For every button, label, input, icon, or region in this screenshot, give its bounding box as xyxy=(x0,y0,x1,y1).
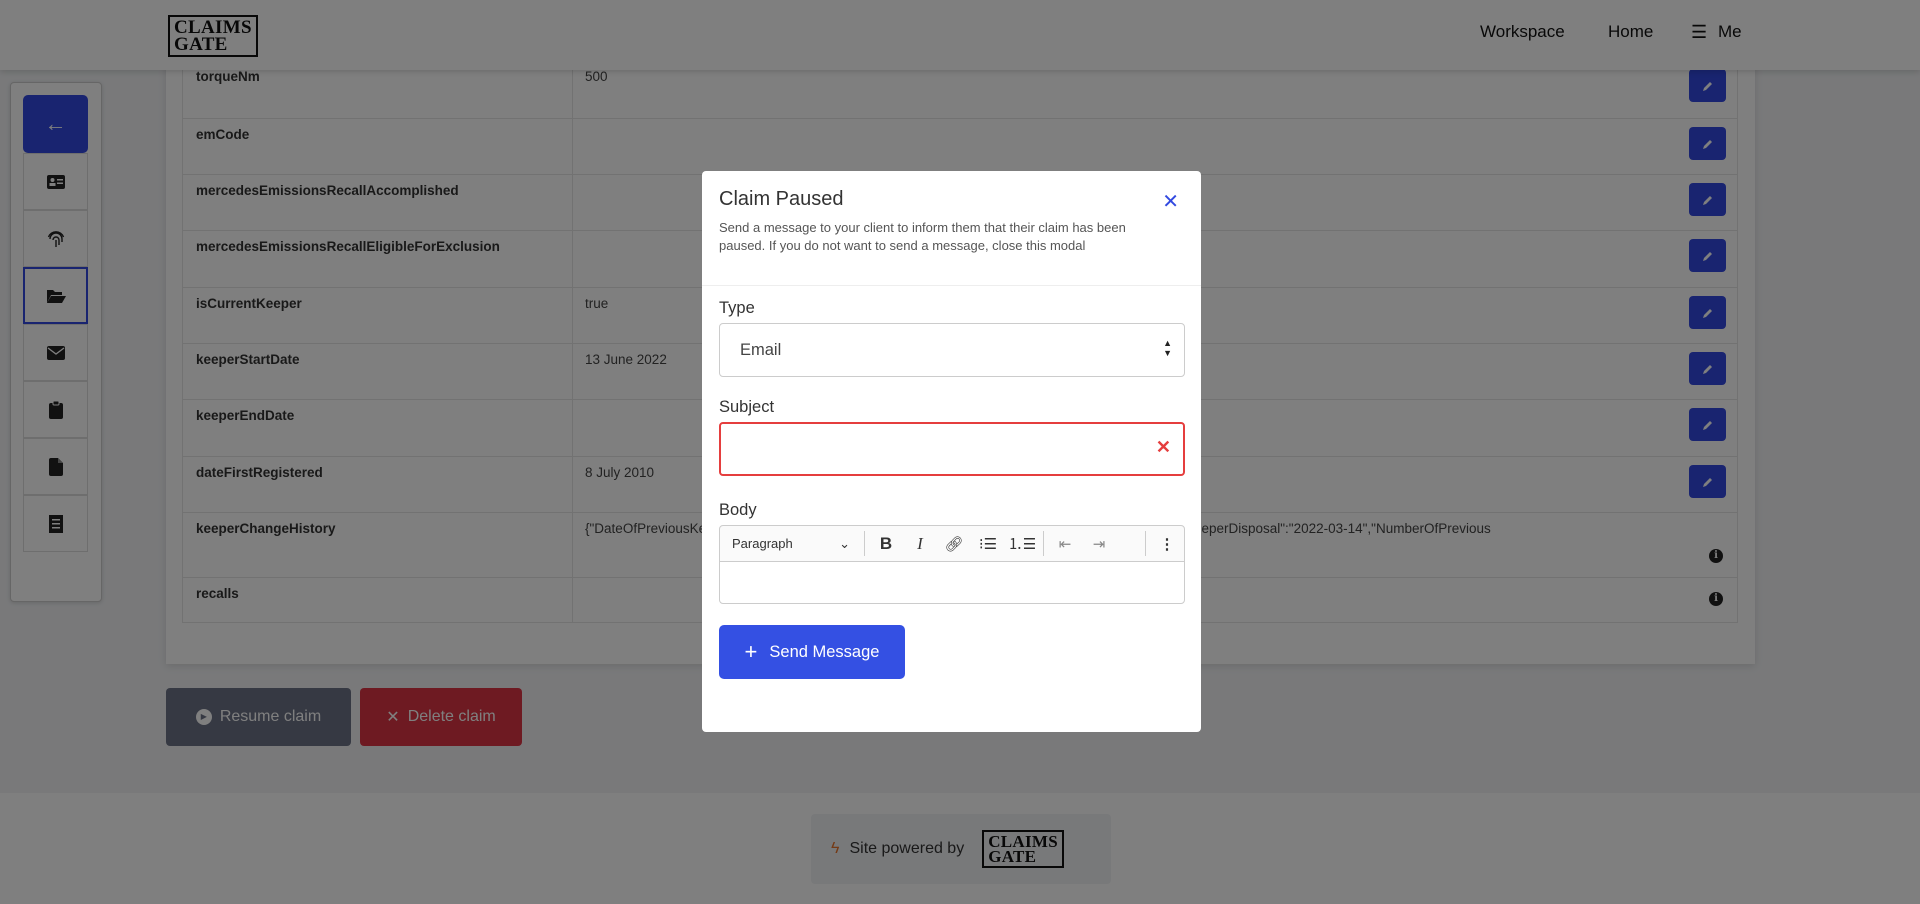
editor-toolbar: Paragraph ⌄ B I 🔗︎ ⁝☰ ⒈☰ ⇤ ⇥ ⋮ xyxy=(719,525,1185,562)
indent-icon[interactable]: ⇥ xyxy=(1082,535,1116,553)
type-label: Type xyxy=(719,299,755,317)
error-x-icon: ✕ xyxy=(1155,437,1171,457)
paragraph-dropdown[interactable]: Paragraph ⌄ xyxy=(720,536,860,552)
link-icon[interactable]: 🔗︎ xyxy=(937,535,971,553)
body-label: Body xyxy=(719,501,757,519)
bold-icon[interactable]: B xyxy=(869,534,903,554)
numbered-list-icon[interactable]: ⒈☰ xyxy=(1005,533,1039,554)
subject-input[interactable]: ✕ xyxy=(719,422,1185,476)
sort-icon: ▲ ▼ xyxy=(1163,338,1172,358)
body-editor[interactable] xyxy=(719,561,1185,604)
modal-title: Claim Paused xyxy=(719,188,844,210)
italic-icon[interactable]: I xyxy=(903,534,937,554)
bulleted-list-icon[interactable]: ⁝☰ xyxy=(971,535,1005,553)
more-options-icon[interactable]: ⋮ xyxy=(1150,535,1184,553)
plus-icon: + xyxy=(744,639,758,664)
claim-paused-modal: Claim Paused ✕ Send a message to your cl… xyxy=(702,171,1201,732)
send-message-button[interactable]: + Send Message xyxy=(719,625,905,679)
type-select[interactable]: Email ▲ ▼ xyxy=(719,323,1185,377)
divider xyxy=(702,285,1201,286)
chevron-down-icon: ⌄ xyxy=(839,535,850,551)
outdent-icon[interactable]: ⇤ xyxy=(1048,535,1082,553)
modal-description: Send a message to your client to inform … xyxy=(719,220,1126,253)
close-icon[interactable]: ✕ xyxy=(1162,189,1179,214)
subject-label: Subject xyxy=(719,398,775,416)
